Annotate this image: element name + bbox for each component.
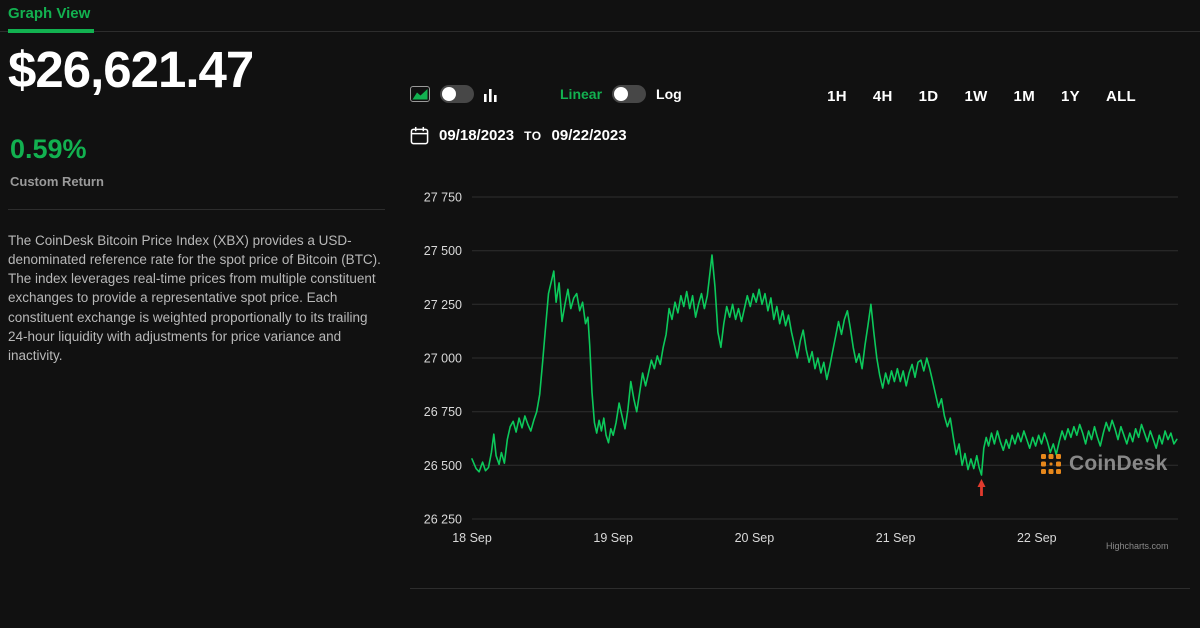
chart-type-toggle-group	[410, 85, 497, 103]
range-button-1m[interactable]: 1M	[1014, 88, 1035, 105]
log-scale-button[interactable]: Log	[656, 86, 682, 102]
date-range-separator: TO	[524, 129, 541, 143]
date-to-input[interactable]: 09/22/2023	[552, 127, 627, 144]
chart-type-toggle[interactable]	[440, 85, 474, 103]
date-from-input[interactable]: 09/18/2023	[439, 127, 514, 144]
y-axis-label: 27 750	[424, 191, 462, 205]
y-axis-label: 26 250	[424, 513, 462, 527]
x-axis-label: 19 Sep	[593, 531, 633, 545]
index-description: The CoinDesk Bitcoin Price Index (XBX) p…	[8, 231, 388, 365]
range-button-1w[interactable]: 1W	[964, 88, 987, 105]
coindesk-watermark: CoinDesk	[1040, 452, 1167, 476]
calendar-icon[interactable]	[410, 126, 429, 145]
header-divider	[0, 31, 1200, 32]
date-range-row: 09/18/2023 TO 09/22/2023	[410, 126, 627, 145]
price-chart[interactable]: 26 250 26 500 26 750 27 000 27 250 27 500 27 7…	[410, 160, 1190, 560]
range-button-1d[interactable]: 1D	[919, 88, 939, 105]
bottom-divider	[410, 588, 1190, 589]
price-line-series	[472, 255, 1177, 475]
y-axis-label: 27 000	[424, 352, 462, 366]
y-axis-label: 27 250	[424, 298, 462, 312]
x-axis-label: 22 Sep	[1017, 531, 1057, 545]
change-percent: 0.59%	[10, 134, 87, 165]
time-range-selector: 1H 4H 1D 1W 1M 1Y ALL	[827, 88, 1136, 105]
x-axis-label: 18 Sep	[452, 531, 492, 545]
y-axis-label: 26 500	[424, 459, 462, 473]
bar-chart-icon[interactable]	[484, 86, 497, 102]
scale-toggle[interactable]	[612, 85, 646, 103]
area-chart-icon[interactable]	[410, 86, 430, 102]
change-label: Custom Return	[10, 174, 104, 189]
scale-toggle-group: Linear Log	[560, 85, 682, 103]
low-point-marker	[977, 479, 985, 496]
summary-divider	[8, 209, 385, 210]
toggle-knob	[442, 87, 456, 101]
x-axis-label: 21 Sep	[876, 531, 916, 545]
coindesk-xbx-graph-page: Graph View $26,621.47 0.59% Custom Retur…	[0, 0, 1200, 628]
range-button-all[interactable]: ALL	[1106, 88, 1136, 105]
y-axis-label: 26 750	[424, 405, 462, 419]
highcharts-credit[interactable]: Highcharts.com	[1106, 541, 1169, 551]
tab-graph-view[interactable]: Graph View	[8, 5, 90, 22]
watermark-label: CoinDesk	[1069, 452, 1167, 476]
x-axis-label: 20 Sep	[735, 531, 775, 545]
coindesk-logo-icon	[1040, 453, 1062, 475]
toggle-knob	[614, 87, 628, 101]
tab-active-underline	[8, 29, 94, 33]
y-axis-label: 27 500	[424, 244, 462, 258]
range-button-4h[interactable]: 4H	[873, 88, 893, 105]
range-button-1y[interactable]: 1Y	[1061, 88, 1080, 105]
linear-scale-button[interactable]: Linear	[560, 86, 602, 102]
price-value: $26,621.47	[8, 40, 253, 99]
range-button-1h[interactable]: 1H	[827, 88, 847, 105]
